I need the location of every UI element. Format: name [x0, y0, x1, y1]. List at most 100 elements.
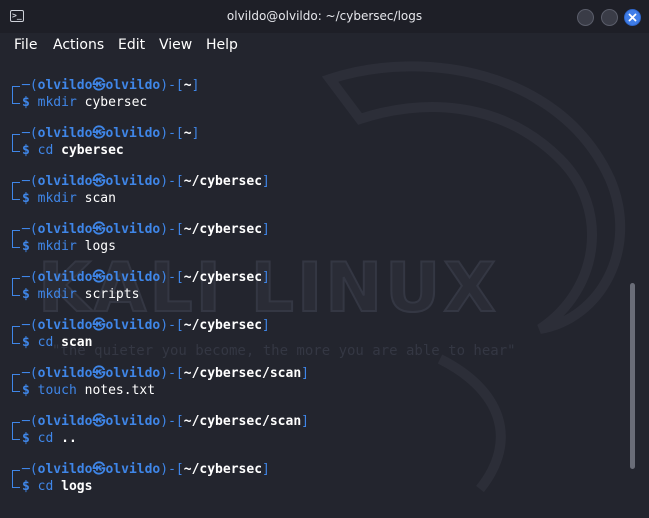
prompt-directory: ~/cybersec [183, 270, 263, 285]
prompt-text: ─(olvildo㉿olvildo)-[~/cybersec] [22, 222, 270, 238]
prompt-corner-bottom [12, 239, 20, 248]
prompt-directory: ~/cybersec [183, 318, 263, 333]
prompt-dollar: $ [22, 191, 38, 206]
prompt-separator: ㉿ [92, 462, 106, 477]
prompt-bracket-close: ] [262, 174, 270, 189]
prompt-bracket-open: )-[ [160, 462, 184, 477]
prompt-directory: ~/cybersec [183, 462, 263, 477]
prompt-bracket-close: ] [262, 462, 270, 477]
prompt-host: olvildo [105, 366, 161, 381]
command-text: $ mkdir scripts [22, 287, 139, 303]
prompt-directory: ~/cybersec/scan [183, 366, 302, 381]
prompt-host: olvildo [105, 78, 161, 93]
prompt-bracket-close: ] [262, 318, 270, 333]
command-name: mkdir [37, 287, 77, 302]
command-text: $ mkdir scan [22, 191, 116, 207]
prompt-corner-top [12, 86, 20, 95]
prompt-separator: ㉿ [92, 78, 106, 93]
prompt-separator: ㉿ [92, 126, 106, 141]
prompt-dollar: $ [22, 431, 38, 446]
prompt-corner-bottom [12, 383, 20, 392]
prompt-corner-top [12, 134, 20, 143]
prompt-user: olvildo [37, 126, 93, 141]
prompt-corner-bottom [12, 287, 20, 296]
prompt-dollar: $ [22, 95, 38, 110]
prompt-host: olvildo [105, 318, 161, 333]
prompt-bracket-open: )-[ [160, 78, 184, 93]
prompt-user: olvildo [37, 414, 93, 429]
prompt-corner-bottom [12, 95, 20, 104]
watermark-tagline: "the quieter you become, the more you ar… [52, 343, 516, 359]
prompt-corner-top [12, 326, 20, 335]
prompt-bracket-close: ] [301, 414, 309, 429]
prompt-dash: ─( [22, 318, 38, 333]
prompt-corner-top [12, 182, 20, 191]
prompt-separator: ㉿ [92, 222, 106, 237]
prompt-dollar: $ [22, 383, 38, 398]
prompt-host: olvildo [105, 270, 161, 285]
command-text: $ cd scan [22, 335, 92, 351]
prompt-text: ─(olvildo㉿olvildo)-[~/cybersec/scan] [22, 366, 309, 382]
prompt-directory: ~/cybersec/scan [183, 414, 302, 429]
prompt-user: olvildo [37, 270, 93, 285]
menu-view[interactable]: View [159, 37, 192, 53]
prompt-bracket-open: )-[ [160, 270, 184, 285]
prompt-text: ─(olvildo㉿olvildo)-[~/cybersec] [22, 462, 270, 478]
command-name: cd [37, 431, 54, 446]
command-argument: logs [61, 479, 93, 494]
prompt-corner-top [12, 278, 20, 287]
prompt-dash: ─( [22, 414, 38, 429]
close-icon [628, 13, 637, 22]
command-argument: logs [84, 239, 116, 254]
prompt-user: olvildo [37, 366, 93, 381]
prompt-user: olvildo [37, 78, 93, 93]
prompt-directory: ~ [183, 126, 192, 141]
minimize-button[interactable] [577, 9, 594, 26]
prompt-text: ─(olvildo㉿olvildo)-[~/cybersec] [22, 270, 270, 286]
command-name: cd [37, 479, 54, 494]
prompt-corner-bottom [12, 479, 20, 488]
prompt-corner-top [12, 422, 20, 431]
prompt-directory: ~ [183, 78, 192, 93]
menu-bar: File Actions Edit View Help [0, 33, 649, 59]
terminal-window: >_ olvildo@olvildo: ~/cybersec/logs File… [0, 0, 649, 518]
prompt-bracket-open: )-[ [160, 174, 184, 189]
prompt-corner-bottom [12, 431, 20, 440]
command-argument: scan [61, 335, 93, 350]
prompt-user: olvildo [37, 462, 93, 477]
terminal-output-area[interactable]: KALI LINUX "the quieter you become, the … [0, 59, 649, 518]
prompt-bracket-close: ] [191, 126, 200, 141]
command-name: mkdir [37, 95, 77, 110]
command-argument: scan [84, 191, 116, 206]
prompt-dollar: $ [22, 239, 38, 254]
prompt-bracket-open: )-[ [160, 126, 184, 141]
prompt-dash: ─( [22, 462, 38, 477]
close-button[interactable] [624, 9, 641, 26]
menu-edit[interactable]: Edit [118, 37, 145, 53]
menu-file[interactable]: File [14, 37, 37, 53]
prompt-bracket-close: ] [262, 222, 270, 237]
prompt-bracket-open: )-[ [160, 414, 184, 429]
prompt-dollar: $ [22, 479, 38, 494]
command-argument: cybersec [61, 143, 124, 158]
prompt-dash: ─( [22, 174, 38, 189]
menu-help[interactable]: Help [206, 37, 238, 53]
command-text: $ cd logs [22, 479, 92, 495]
prompt-host: olvildo [105, 126, 161, 141]
window-title: olvildo@olvildo: ~/cybersec/logs [226, 9, 423, 23]
prompt-bracket-open: )-[ [160, 318, 184, 333]
command-text: $ cd cybersec [22, 143, 124, 159]
prompt-text: ─(olvildo㉿olvildo)-[~] [22, 78, 199, 94]
prompt-dash: ─( [22, 222, 38, 237]
prompt-host: olvildo [105, 222, 161, 237]
prompt-bracket-open: )-[ [160, 222, 184, 237]
command-argument: notes.txt [84, 383, 156, 398]
title-bar[interactable]: >_ olvildo@olvildo: ~/cybersec/logs [0, 0, 649, 33]
command-text: $ touch notes.txt [22, 383, 155, 399]
scrollbar[interactable] [630, 283, 635, 469]
maximize-button[interactable] [601, 9, 618, 26]
prompt-dash: ─( [22, 270, 38, 285]
menu-actions[interactable]: Actions [53, 37, 104, 53]
command-name: cd [37, 143, 54, 158]
prompt-directory: ~/cybersec [183, 222, 263, 237]
